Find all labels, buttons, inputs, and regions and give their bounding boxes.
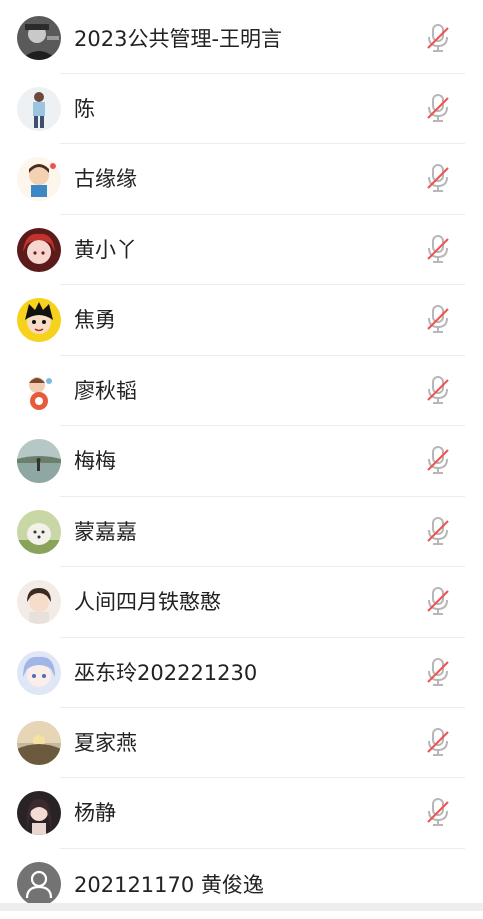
member-row[interactable]: 人间四月铁憨憨 [0, 567, 483, 637]
member-row[interactable]: 2023公共管理-王明言 [0, 4, 483, 74]
mic-muted-icon[interactable] [426, 305, 450, 333]
member-name: 2023公共管理-王明言 [74, 27, 283, 51]
mic-muted-icon[interactable] [426, 728, 450, 756]
member-name: 梅梅 [74, 449, 116, 473]
mic-muted-icon[interactable] [426, 94, 450, 122]
member-row[interactable]: 焦勇 [0, 285, 483, 355]
avatar-doll[interactable] [17, 369, 61, 413]
member-name: 人间四月铁憨憨 [74, 590, 221, 614]
mic-muted-icon[interactable] [426, 587, 450, 615]
member-name: 蒙嘉嘉 [74, 520, 137, 544]
member-row[interactable]: 蒙嘉嘉 [0, 497, 483, 567]
mic-muted-icon[interactable] [426, 517, 450, 545]
avatar-bw-portrait[interactable] [17, 16, 61, 60]
avatar-dark-hair-girl[interactable] [17, 791, 61, 835]
member-row[interactable]: 巫东玲202221230 [0, 638, 483, 708]
avatar-standing-girl[interactable] [17, 87, 61, 131]
member-name: 古缘缘 [74, 167, 137, 191]
member-name: 焦勇 [74, 308, 116, 332]
mic-muted-icon[interactable] [426, 376, 450, 404]
avatar-cartoon-boy-yellow[interactable] [17, 298, 61, 342]
avatar-anime-red-hair[interactable] [17, 228, 61, 272]
mic-muted-icon[interactable] [426, 798, 450, 826]
member-row[interactable]: 梅梅 [0, 426, 483, 496]
member-name: 202121170 黄俊逸 [74, 873, 264, 897]
mic-muted-icon[interactable] [426, 24, 450, 52]
member-row[interactable]: 黄小丫 [0, 215, 483, 285]
member-name: 黄小丫 [74, 238, 137, 262]
mic-muted-icon[interactable] [426, 446, 450, 474]
mic-muted-icon[interactable] [426, 164, 450, 192]
member-name: 陈 [74, 97, 95, 121]
bottom-bar [0, 903, 483, 911]
avatar-sunset-landscape[interactable] [17, 721, 61, 765]
member-name: 杨静 [74, 801, 116, 825]
avatar-lake-scene[interactable] [17, 439, 61, 483]
member-name: 夏家燕 [74, 731, 137, 755]
avatar-girl-photo[interactable] [17, 580, 61, 624]
mic-muted-icon[interactable] [426, 658, 450, 686]
member-row[interactable]: 陈 [0, 74, 483, 144]
mic-muted-icon[interactable] [426, 235, 450, 263]
member-row[interactable]: 廖秋韬 [0, 356, 483, 426]
member-row[interactable]: 古缘缘 [0, 144, 483, 214]
avatar-white-dog[interactable] [17, 510, 61, 554]
member-name: 廖秋韬 [74, 379, 137, 403]
member-name: 巫东玲202221230 [74, 661, 258, 685]
avatar-cartoon-girl[interactable] [17, 157, 61, 201]
avatar-default-person[interactable] [17, 862, 61, 906]
member-row[interactable]: 夏家燕 [0, 708, 483, 778]
avatar-anime-blue-hair[interactable] [17, 651, 61, 695]
member-row[interactable]: 杨静 [0, 778, 483, 848]
